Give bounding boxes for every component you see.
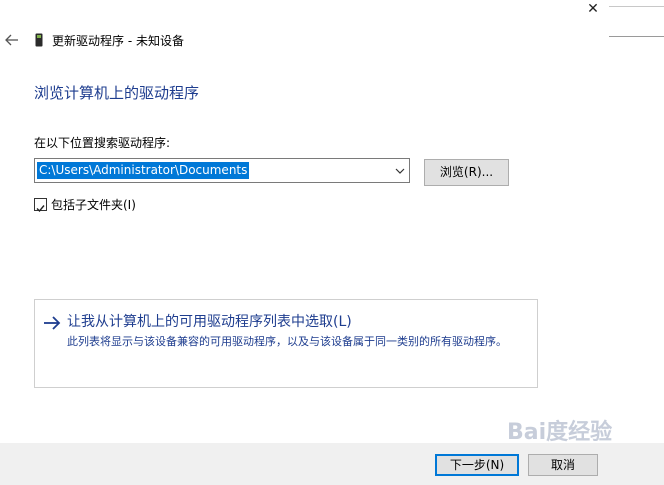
device-icon xyxy=(35,33,43,47)
close-button[interactable]: ✕ xyxy=(578,0,608,20)
pick-from-list-description: 此列表将显示与该设备兼容的可用驱动程序，以及与该设备属于同一类别的所有驱动程序。 xyxy=(67,335,507,348)
pick-from-list-title[interactable]: 让我从计算机上的可用驱动程序列表中选取(L) xyxy=(67,312,352,332)
chevron-down-icon[interactable] xyxy=(393,164,407,178)
page-heading: 浏览计算机上的驱动程序 xyxy=(34,84,200,102)
watermark-logo: Bai度经验 xyxy=(507,420,613,445)
close-icon: ✕ xyxy=(587,1,599,17)
background-window-edge xyxy=(609,6,664,7)
include-subfolders-checkbox[interactable] xyxy=(34,198,47,213)
search-location-label: 在以下位置搜索驱动程序: xyxy=(34,136,171,150)
pick-from-list-option[interactable]: 让我从计算机上的可用驱动程序列表中选取(L) 此列表将显示与该设备兼容的可用驱动… xyxy=(34,299,538,388)
checkmark-icon xyxy=(36,205,45,213)
update-driver-window: ✕ 更新驱动程序 - 未知设备 浏览计算机上的驱动程序 在以下位置搜索驱动程序:… xyxy=(0,0,664,485)
window-title: 更新驱动程序 - 未知设备 xyxy=(52,34,184,48)
driver-path-combobox[interactable]: C:\Users\Administrator\Documents xyxy=(34,158,410,183)
browse-button[interactable]: 浏览(R)... xyxy=(424,159,509,186)
include-subfolders-label[interactable]: 包括子文件夹(I) xyxy=(51,197,136,213)
back-arrow-icon[interactable] xyxy=(4,32,20,48)
driver-path-value[interactable]: C:\Users\Administrator\Documents xyxy=(37,162,250,179)
right-arrow-icon xyxy=(44,316,61,330)
next-button[interactable]: 下一步(N) xyxy=(435,454,519,476)
cancel-button[interactable]: 取消 xyxy=(528,454,598,476)
background-window-edge xyxy=(609,36,664,37)
